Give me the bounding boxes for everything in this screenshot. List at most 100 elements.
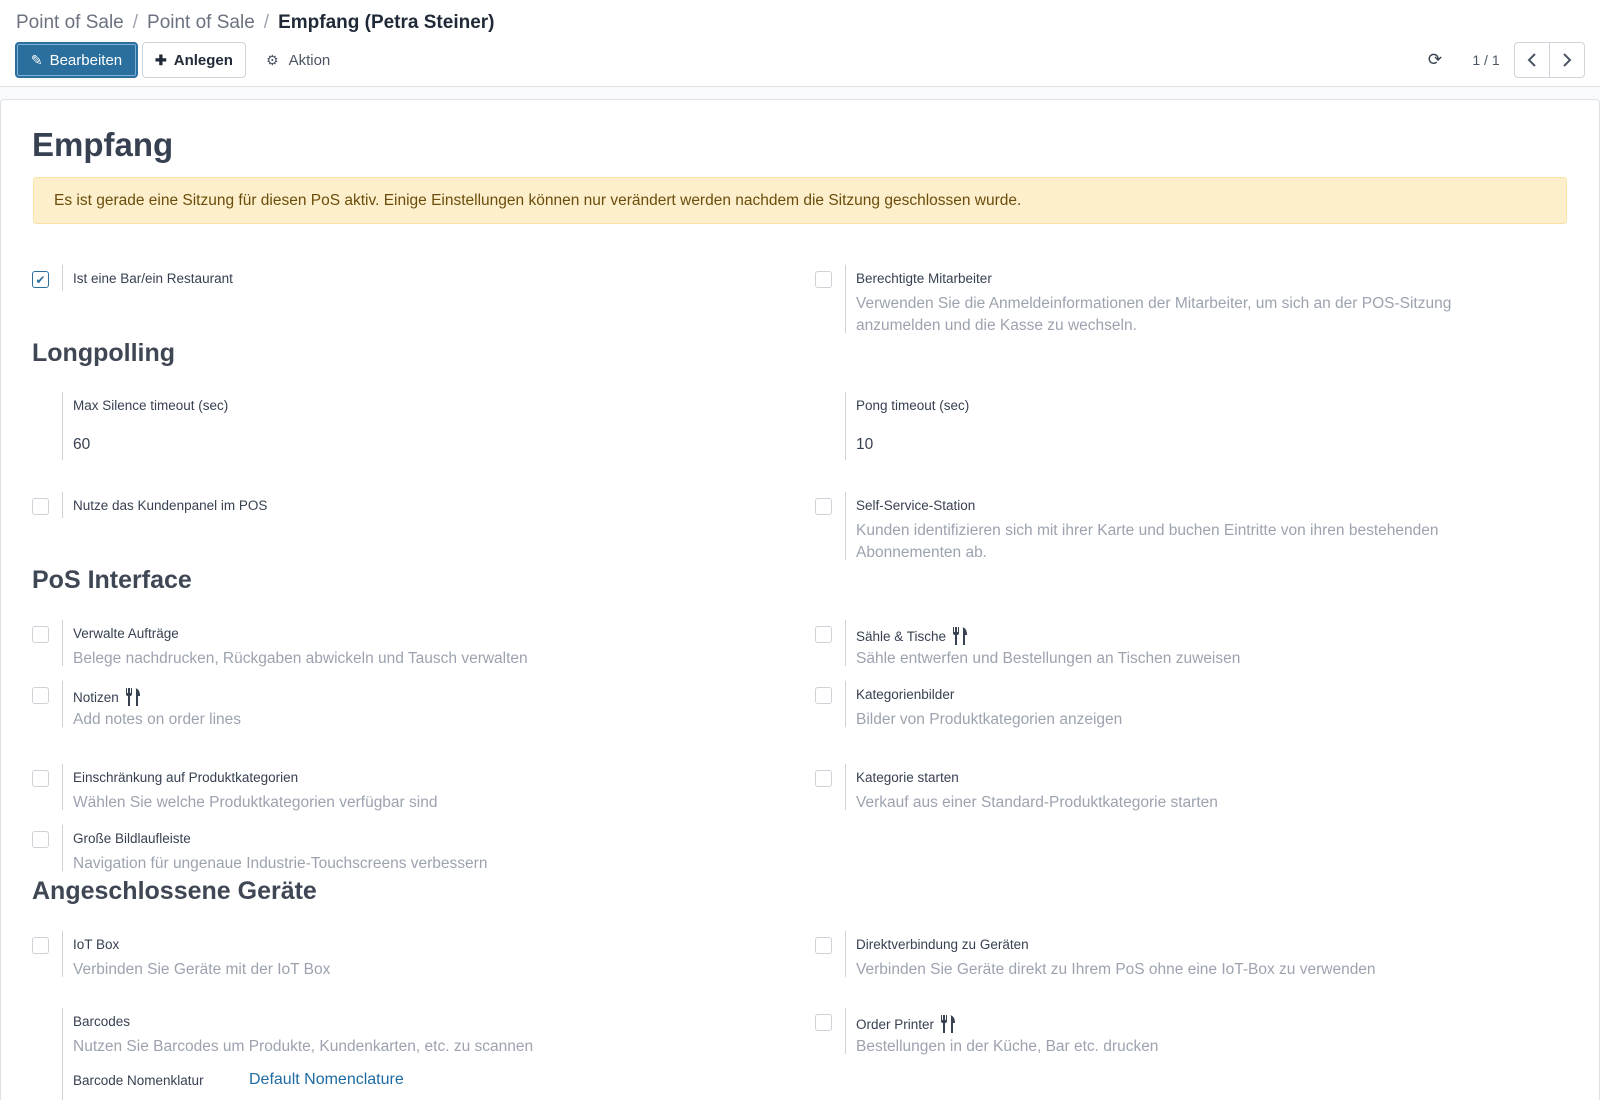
breadcrumb-separator: / — [132, 12, 139, 33]
floors-tables-checkbox[interactable] — [815, 626, 832, 643]
page-title: Empfang — [32, 126, 174, 163]
order-printer-label-wrap: Order Printer — [856, 1014, 957, 1034]
manage-orders-label: Verwalte Aufträge — [73, 626, 179, 641]
setting-divider — [845, 492, 846, 560]
edit-button[interactable]: ✎ Bearbeiten — [15, 42, 138, 78]
manage-orders-checkbox[interactable] — [32, 626, 49, 643]
setting-divider — [62, 620, 63, 666]
floors-tables-label: Sähle & Tische — [856, 628, 947, 644]
setting-employees: Berechtigte Mitarbeiter Verwenden Sie di… — [815, 265, 1555, 334]
action-menu-label: Aktion — [288, 51, 331, 69]
breadcrumb: Point of Sale / Point of Sale / Empfang … — [16, 10, 495, 36]
large-scrollbars-label: Große Bildlaufleiste — [73, 831, 191, 846]
barcode-nomenclature-link[interactable]: Default Nomenclature — [249, 1071, 404, 1089]
barcodes-label: Barcodes — [73, 1014, 131, 1029]
barcode-nomenclature-label: Barcode Nomenklatur — [73, 1073, 204, 1088]
pong-timeout-value[interactable]: 10 — [856, 436, 873, 454]
iot-box-checkbox[interactable] — [32, 937, 49, 954]
section-title-pos-interface: PoS Interface — [32, 566, 192, 594]
notes-checkbox[interactable] — [32, 687, 49, 704]
session-active-alert: Es ist gerade eine Sitzung für diesen Po… — [33, 177, 1567, 224]
setting-manage-orders: Verwalte Aufträge Belege nachdrucken, Rü… — [32, 620, 772, 667]
direct-devices-checkbox[interactable] — [815, 937, 832, 954]
setting-restrict-categories: Einschränkung auf Produktkategorien Wähl… — [32, 764, 772, 811]
control-panel: Point of Sale / Point of Sale / Empfang … — [0, 0, 1600, 87]
check-icon: ✔ — [35, 272, 46, 287]
setting-floors-tables: Sähle & Tische Sähle entwerfen und Beste… — [815, 620, 1555, 667]
restaurant-icon — [125, 688, 140, 706]
setting-divider — [62, 825, 63, 871]
chevron-left-icon — [1527, 53, 1536, 67]
category-images-checkbox[interactable] — [815, 687, 832, 704]
breadcrumb-separator: / — [263, 12, 270, 33]
breadcrumb-current: Empfang (Petra Steiner) — [278, 12, 495, 33]
direct-devices-description: Verbinden Sie Geräte direkt zu Ihrem PoS… — [856, 961, 1376, 978]
create-button[interactable]: ✚ Anlegen — [142, 42, 246, 78]
max-silence-value[interactable]: 60 — [73, 436, 90, 454]
plus-icon: ✚ — [155, 51, 167, 68]
setting-divider — [62, 681, 63, 727]
self-service-label: Self-Service-Station — [856, 498, 976, 513]
setting-divider — [845, 764, 846, 810]
setting-iot-box: IoT Box Verbinden Sie Geräte mit der IoT… — [32, 931, 772, 978]
pager-previous-button[interactable] — [1514, 42, 1550, 78]
section-title-longpolling: Longpolling — [32, 339, 176, 367]
pencil-icon: ✎ — [30, 51, 43, 68]
setting-order-printer: Order Printer Bestellungen in der Küche,… — [815, 1008, 1555, 1055]
setting-divider — [62, 265, 63, 291]
setting-large-scrollbars: Große Bildlaufleiste Navigation für unge… — [32, 825, 772, 872]
iot-box-description: Verbinden Sie Geräte mit der IoT Box — [73, 961, 331, 978]
self-service-checkbox[interactable] — [815, 498, 832, 515]
employees-description: Verwenden Sie die Anmeldeinformationen d… — [856, 295, 1452, 334]
start-category-checkbox[interactable] — [815, 770, 832, 787]
setting-category-images: Kategorienbilder Bilder von Produktkateg… — [815, 681, 1555, 728]
pager-value[interactable]: 1 / 1 — [1470, 49, 1502, 71]
reload-icon[interactable]: ⟳ — [1424, 49, 1446, 71]
setting-barcodes: Barcodes Nutzen Sie Barcodes um Produkte… — [32, 1008, 772, 1100]
large-scrollbars-checkbox[interactable] — [32, 831, 49, 848]
category-images-description: Bilder von Produktkategorien anzeigen — [856, 711, 1123, 728]
section-title-devices: Angeschlossene Geräte — [32, 877, 317, 905]
pager-next-button[interactable] — [1549, 42, 1585, 78]
barcodes-description: Nutzen Sie Barcodes um Produkte, Kundenk… — [73, 1038, 534, 1055]
order-printer-description: Bestellungen in der Küche, Bar etc. druc… — [856, 1038, 1159, 1055]
self-service-description: Kunden identifizieren sich mit ihrer Kar… — [856, 522, 1439, 561]
bar-restaurant-checkbox[interactable]: ✔ — [32, 271, 49, 288]
floors-tables-label-wrap: Sähle & Tische — [856, 626, 969, 646]
breadcrumb-item-pos-2[interactable]: Point of Sale — [147, 12, 255, 34]
restrict-categories-label: Einschränkung auf Produktkategorien — [73, 770, 299, 785]
setting-pong-timeout: Pong timeout (sec) 10 — [815, 392, 1555, 460]
action-menu-button[interactable]: ⚙ Aktion — [266, 42, 330, 78]
chevron-right-icon — [1563, 53, 1572, 67]
setting-divider — [845, 620, 846, 666]
restaurant-icon — [941, 1015, 956, 1033]
start-category-label: Kategorie starten — [856, 770, 959, 785]
setting-direct-devices: Direktverbindung zu Geräten Verbinden Si… — [815, 931, 1555, 978]
setting-divider — [845, 931, 846, 977]
customer-panel-label: Nutze das Kundenpanel im POS — [73, 498, 268, 513]
manage-orders-description: Belege nachdrucken, Rückgaben abwickeln … — [73, 650, 528, 667]
customer-panel-checkbox[interactable] — [32, 498, 49, 515]
notes-description: Add notes on order lines — [73, 711, 242, 728]
employees-label: Berechtigte Mitarbeiter — [856, 271, 992, 286]
order-printer-checkbox[interactable] — [815, 1014, 832, 1031]
setting-divider — [62, 1008, 63, 1100]
setting-divider — [62, 492, 63, 518]
bar-restaurant-label: Ist eine Bar/ein Restaurant — [73, 271, 233, 286]
category-images-label: Kategorienbilder — [856, 687, 955, 702]
setting-self-service: Self-Service-Station Kunden identifizier… — [815, 492, 1555, 561]
edit-button-label: Bearbeiten — [49, 51, 123, 69]
restaurant-icon — [953, 627, 968, 645]
direct-devices-label: Direktverbindung zu Geräten — [856, 937, 1029, 952]
notes-label: Notizen — [73, 689, 119, 705]
pong-timeout-label: Pong timeout (sec) — [856, 398, 970, 413]
breadcrumb-item-pos-1[interactable]: Point of Sale — [16, 12, 124, 34]
setting-divider — [845, 265, 846, 333]
order-printer-label: Order Printer — [856, 1016, 935, 1032]
employees-checkbox[interactable] — [815, 271, 832, 288]
setting-customer-panel: Nutze das Kundenpanel im POS — [32, 492, 772, 522]
setting-divider — [845, 681, 846, 727]
restrict-categories-checkbox[interactable] — [32, 770, 49, 787]
setting-divider — [62, 392, 63, 460]
setting-max-silence: Max Silence timeout (sec) 60 — [32, 392, 772, 460]
